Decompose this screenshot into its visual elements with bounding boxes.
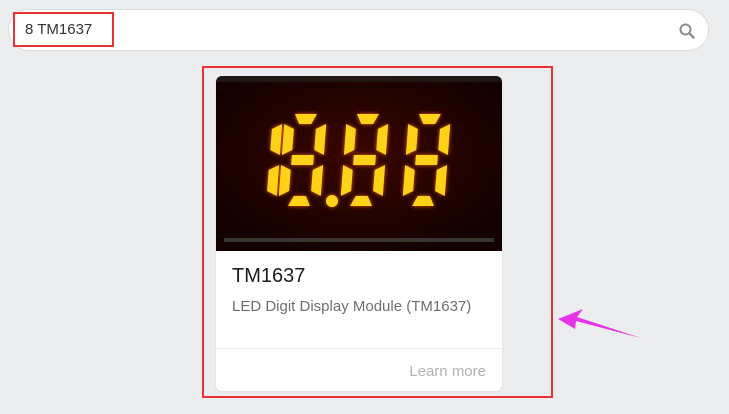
card-highlight-box <box>202 66 553 398</box>
annotation-arrow-icon <box>558 309 641 338</box>
page: 8 TM1637 TM1637 LED Digit Display Module… <box>0 0 729 414</box>
search-icon[interactable] <box>678 22 696 40</box>
search-highlight-box <box>13 12 114 47</box>
